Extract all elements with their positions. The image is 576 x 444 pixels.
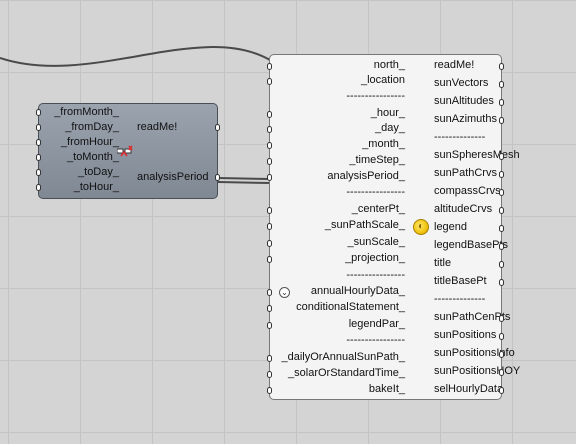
input-month[interactable]: _month_ <box>362 138 405 150</box>
input-bakeIt[interactable]: bakeIt_ <box>369 383 405 395</box>
port-in-dailyOrAnnualSunPath[interactable] <box>267 355 272 362</box>
expand-icon[interactable]: ⌄ <box>279 287 290 298</box>
input-north[interactable]: north_ <box>374 59 405 71</box>
input-annualHourlyData[interactable]: annualHourlyData_ <box>311 285 405 297</box>
port-in-month[interactable] <box>267 142 272 149</box>
output-titleBasePt[interactable]: titleBasePt <box>434 275 487 287</box>
input-dailyOrAnnualSunPath[interactable]: _dailyOrAnnualSunPath_ <box>281 351 405 363</box>
warning-icon <box>117 145 133 157</box>
port-out-titleBasePt[interactable] <box>499 279 504 286</box>
component-divider <box>407 61 408 393</box>
output-divider-2: -------------- <box>434 293 486 305</box>
port-in-0[interactable] <box>36 109 41 116</box>
port-in-timestep[interactable] <box>267 158 272 165</box>
port-out-compassCrvs[interactable] <box>499 189 504 196</box>
output-sunAzimuths[interactable]: sunAzimuths <box>434 113 497 125</box>
input-analysisPeriod[interactable]: analysisPeriod_ <box>327 170 405 182</box>
port-in-conditionalStatement[interactable] <box>267 305 272 312</box>
input-fromMonth[interactable]: _fromMonth_ <box>45 106 119 118</box>
port-out-altitudeCrvs[interactable] <box>499 207 504 214</box>
input-centerPt[interactable]: _centerPt_ <box>352 203 405 215</box>
port-out-sunPathCrvs[interactable] <box>499 171 504 178</box>
output-sunSpheresMesh[interactable]: sunSpheresMesh <box>434 149 520 161</box>
grasshopper-canvas[interactable]: _fromMonth_ _fromDay_ _fromHour_ _toMont… <box>0 0 576 444</box>
port-in-sunScale[interactable] <box>267 240 272 247</box>
port-in-5[interactable] <box>36 184 41 191</box>
input-divider-4: ---------------- <box>346 334 405 346</box>
input-hour[interactable]: _hour_ <box>371 107 405 119</box>
input-conditionalStatement[interactable]: conditionalStatement_ <box>296 301 405 313</box>
input-toHour[interactable]: _toHour_ <box>45 181 119 193</box>
input-sunScale[interactable]: _sunScale_ <box>348 236 406 248</box>
port-out-legendBasePts[interactable] <box>499 243 504 250</box>
analysis-period-component[interactable]: _fromMonth_ _fromDay_ _fromHour_ _toMont… <box>36 103 220 199</box>
input-sunPathScale[interactable]: _sunPathScale_ <box>325 219 405 231</box>
output-sunVectors[interactable]: sunVectors <box>434 77 488 89</box>
port-out-title[interactable] <box>499 261 504 268</box>
input-day[interactable]: _day_ <box>375 122 405 134</box>
port-in-legendPar[interactable] <box>267 322 272 329</box>
output-selHourlyData[interactable]: selHourlyData <box>434 383 503 395</box>
output-sunPathCrvs[interactable]: sunPathCrvs <box>434 167 497 179</box>
output-divider-1: -------------- <box>434 131 486 143</box>
port-in-4[interactable] <box>36 169 41 176</box>
output-readme[interactable]: readMe! <box>137 121 177 133</box>
port-out-sunPositionsInfo[interactable] <box>499 351 504 358</box>
port-in-annualHourlyData[interactable] <box>267 289 272 296</box>
port-in-centerPt[interactable] <box>267 207 272 214</box>
port-out-sunVectors[interactable] <box>499 81 504 88</box>
analysis-period-wire <box>217 177 271 180</box>
input-toDay[interactable]: _toDay_ <box>45 166 119 178</box>
port-in-3[interactable] <box>36 154 41 161</box>
output-sunAltitudes[interactable]: sunAltitudes <box>434 95 494 107</box>
port-in-solarOrStandardTime[interactable] <box>267 371 272 378</box>
port-out-1[interactable] <box>215 174 220 181</box>
input-fromDay[interactable]: _fromDay_ <box>45 121 119 133</box>
port-out-0[interactable] <box>215 124 220 131</box>
output-analysisPeriod[interactable]: analysisPeriod <box>137 171 209 183</box>
port-in-day[interactable] <box>267 126 272 133</box>
port-out-sunPositionsHOY[interactable] <box>499 369 504 376</box>
input-divider-2: ---------------- <box>346 186 405 198</box>
input-location[interactable]: _location <box>361 74 405 86</box>
input-divider-1: ---------------- <box>346 90 405 102</box>
output-legend[interactable]: legend <box>434 221 467 233</box>
input-toMonth[interactable]: _toMonth_ <box>45 151 119 163</box>
port-out-legend[interactable] <box>499 225 504 232</box>
port-out-sunPositions[interactable] <box>499 333 504 340</box>
output-compassCrvs[interactable]: compassCrvs <box>434 185 501 197</box>
port-out-sunPathCenPts[interactable] <box>499 315 504 322</box>
port-in-analysisPeriod[interactable] <box>267 174 272 181</box>
output-readMe[interactable]: readMe! <box>434 59 474 71</box>
input-projection[interactable]: _projection_ <box>345 252 405 264</box>
port-in-1[interactable] <box>36 124 41 131</box>
input-timestep[interactable]: _timeStep_ <box>349 154 405 166</box>
sunpath-component[interactable]: north_ _location ---------------- _hour_… <box>267 54 520 400</box>
output-title[interactable]: title <box>434 257 451 269</box>
port-in-north[interactable] <box>267 63 272 70</box>
output-legendBasePts[interactable]: legendBasePts <box>434 239 508 251</box>
port-out-sunSpheresMesh[interactable] <box>499 153 504 160</box>
output-sunPositions[interactable]: sunPositions <box>434 329 496 341</box>
port-out-sunAzimuths[interactable] <box>499 117 504 124</box>
port-in-sunPathScale[interactable] <box>267 223 272 230</box>
input-fromHour[interactable]: _fromHour_ <box>45 136 119 148</box>
port-out-readMe[interactable] <box>499 63 504 70</box>
incoming-wire <box>0 46 271 67</box>
port-in-projection[interactable] <box>267 256 272 263</box>
port-in-2[interactable] <box>36 139 41 146</box>
port-in-location[interactable] <box>267 78 272 85</box>
analysis-period-wire-double <box>217 181 271 184</box>
input-solarOrStandardTime[interactable]: _solarOrStandardTime_ <box>288 367 405 379</box>
port-in-hour[interactable] <box>267 111 272 118</box>
port-out-selHourlyData[interactable] <box>499 387 504 394</box>
port-in-bakeIt[interactable] <box>267 387 272 394</box>
input-divider-3: ---------------- <box>346 269 405 281</box>
output-altitudeCrvs[interactable]: altitudeCrvs <box>434 203 492 215</box>
port-out-sunAltitudes[interactable] <box>499 99 504 106</box>
output-sunPositionsHOY[interactable]: sunPositionsHOY <box>434 365 520 377</box>
input-legendPar[interactable]: legendPar_ <box>349 318 405 330</box>
legend-badge-icon: ◐ <box>413 219 429 235</box>
